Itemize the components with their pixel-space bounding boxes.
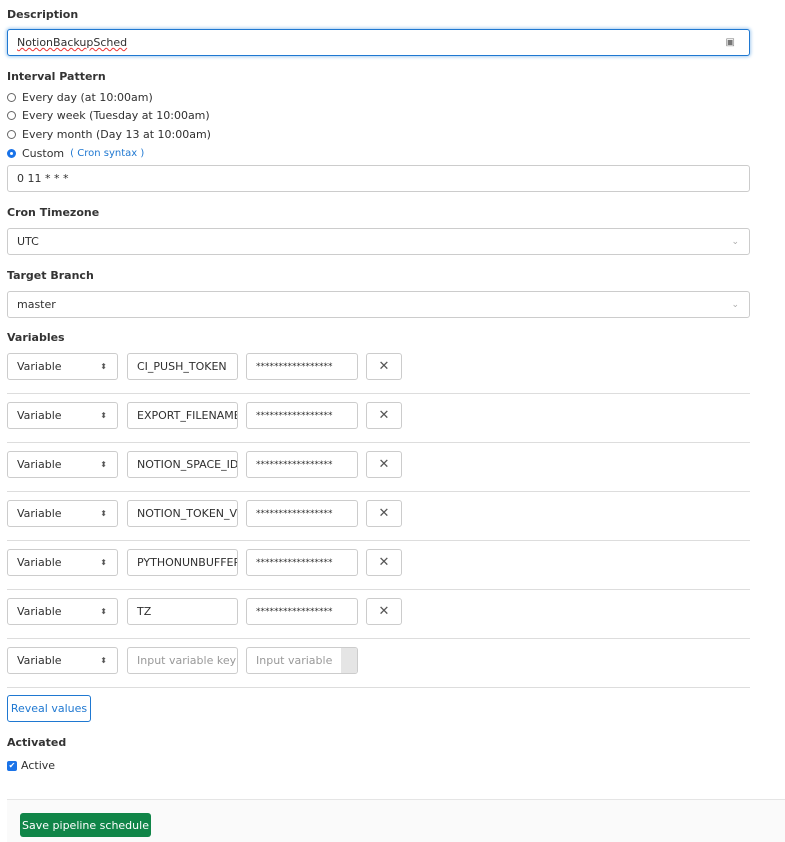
close-icon: ✕ bbox=[378, 506, 390, 521]
variable-key-input[interactable]: NOTION_SPACE_ID bbox=[127, 451, 238, 478]
divider bbox=[7, 540, 750, 541]
remove-variable-button[interactable]: ✕ bbox=[366, 500, 402, 527]
variable-value-input[interactable]: ***************** bbox=[246, 500, 358, 527]
radio-icon[interactable] bbox=[7, 130, 16, 139]
variable-type-select[interactable]: Variable ⬍ bbox=[7, 500, 118, 527]
remove-variable-button[interactable]: ✕ bbox=[366, 549, 402, 576]
interval-option[interactable]: Every day (at 10:00am) bbox=[7, 91, 153, 104]
remove-variable-button[interactable]: ✕ bbox=[366, 353, 402, 380]
password-manager-icon[interactable]: ▣ bbox=[726, 37, 735, 48]
variable-key-input[interactable]: TZ bbox=[127, 598, 238, 625]
remove-variable-button[interactable]: ✕ bbox=[366, 598, 402, 625]
variable-type-select[interactable]: Variable ⬍ bbox=[7, 353, 118, 380]
description-value: NotionBackupSched bbox=[17, 36, 128, 49]
variable-value-input[interactable]: ***************** bbox=[246, 353, 358, 380]
variable-value-input[interactable]: ***************** bbox=[246, 402, 358, 429]
interval-option-label: Every week (Tuesday at 10:00am) bbox=[22, 109, 210, 122]
interval-option[interactable]: Every week (Tuesday at 10:00am) bbox=[7, 109, 210, 122]
checkbox-checked-icon[interactable]: ✔ bbox=[7, 760, 17, 771]
close-icon: ✕ bbox=[378, 604, 390, 619]
timezone-label: Cron Timezone bbox=[7, 206, 100, 219]
radio-icon[interactable] bbox=[7, 149, 16, 158]
variables-label: Variables bbox=[7, 331, 65, 344]
divider bbox=[7, 589, 750, 590]
chevron-down-icon: ⌄ bbox=[731, 236, 739, 247]
variable-key-input[interactable]: EXPORT_FILENAME bbox=[127, 402, 238, 429]
variable-type-select[interactable]: Variable ⬍ bbox=[7, 549, 118, 576]
divider bbox=[7, 638, 750, 639]
variable-type-value: Variable bbox=[17, 654, 62, 667]
variable-type-select[interactable]: Variable ⬍ bbox=[7, 647, 118, 674]
reveal-values-button[interactable]: Reveal values bbox=[7, 695, 91, 722]
interval-option[interactable]: Every month (Day 13 at 10:00am) bbox=[7, 128, 211, 141]
close-icon: ✕ bbox=[378, 359, 390, 374]
save-pipeline-schedule-button[interactable]: Save pipeline schedule bbox=[20, 813, 151, 837]
sort-arrows-icon: ⬍ bbox=[100, 362, 107, 371]
variable-value-input[interactable]: ***************** bbox=[246, 598, 358, 625]
variable-type-select[interactable]: Variable ⬍ bbox=[7, 598, 118, 625]
sort-arrows-icon: ⬍ bbox=[100, 509, 107, 518]
divider bbox=[7, 393, 750, 394]
sort-arrows-icon: ⬍ bbox=[100, 656, 107, 665]
variable-type-value: Variable bbox=[17, 556, 62, 569]
radio-icon[interactable] bbox=[7, 111, 16, 120]
variable-type-select[interactable]: Variable ⬍ bbox=[7, 451, 118, 478]
variable-value-input[interactable]: ***************** bbox=[246, 451, 358, 478]
activated-label: Activated bbox=[7, 736, 67, 749]
branch-label: Target Branch bbox=[7, 269, 94, 282]
interval-label: Interval Pattern bbox=[7, 70, 106, 83]
variable-key-input[interactable]: Input variable key bbox=[127, 647, 238, 674]
variable-key-input[interactable]: CI_PUSH_TOKEN bbox=[127, 353, 238, 380]
variable-key-input[interactable]: NOTION_TOKEN_V bbox=[127, 500, 238, 527]
remove-variable-button[interactable]: ✕ bbox=[366, 402, 402, 429]
variable-value-placeholder: Input variable bbox=[256, 654, 333, 667]
close-icon: ✕ bbox=[378, 555, 390, 570]
remove-variable-button[interactable]: ✕ bbox=[366, 451, 402, 478]
variable-type-select[interactable]: Variable ⬍ bbox=[7, 402, 118, 429]
interval-option[interactable]: Custom ( Cron syntax ) bbox=[7, 147, 144, 160]
chevron-down-icon: ⌄ bbox=[731, 299, 739, 310]
variable-value-input[interactable]: ***************** bbox=[246, 549, 358, 576]
variable-key-input[interactable]: PYTHONUNBUFFER bbox=[127, 549, 238, 576]
variable-value-input[interactable]: Input variable bbox=[246, 647, 358, 674]
sort-arrows-icon: ⬍ bbox=[100, 558, 107, 567]
cron-syntax-link[interactable]: ( Cron syntax ) bbox=[70, 148, 144, 159]
divider bbox=[7, 687, 750, 688]
variable-type-value: Variable bbox=[17, 605, 62, 618]
interval-option-label: Custom bbox=[22, 147, 65, 160]
variable-type-value: Variable bbox=[17, 409, 62, 422]
form-footer: Save pipeline schedule bbox=[7, 799, 785, 842]
cron-value: 0 11 * * * bbox=[17, 172, 69, 185]
branch-select[interactable]: master ⌄ bbox=[7, 291, 750, 318]
active-checkbox-row[interactable]: ✔ Active bbox=[7, 759, 55, 772]
active-label: Active bbox=[21, 759, 56, 772]
variable-type-value: Variable bbox=[17, 360, 62, 373]
interval-option-label: Every month (Day 13 at 10:00am) bbox=[22, 128, 211, 141]
resize-handle-icon[interactable] bbox=[341, 648, 357, 673]
cron-input[interactable]: 0 11 * * * bbox=[7, 165, 750, 192]
radio-icon[interactable] bbox=[7, 93, 16, 102]
close-icon: ✕ bbox=[378, 457, 390, 472]
interval-option-label: Every day (at 10:00am) bbox=[22, 91, 153, 104]
timezone-value: UTC bbox=[17, 235, 39, 248]
close-icon: ✕ bbox=[378, 408, 390, 423]
timezone-select[interactable]: UTC ⌄ bbox=[7, 228, 750, 255]
divider bbox=[7, 442, 750, 443]
description-input[interactable]: NotionBackupSched ▣ bbox=[7, 29, 750, 56]
sort-arrows-icon: ⬍ bbox=[100, 411, 107, 420]
description-label: Description bbox=[7, 8, 79, 21]
variable-type-value: Variable bbox=[17, 458, 62, 471]
sort-arrows-icon: ⬍ bbox=[100, 460, 107, 469]
sort-arrows-icon: ⬍ bbox=[100, 607, 107, 616]
divider bbox=[7, 491, 750, 492]
variable-type-value: Variable bbox=[17, 507, 62, 520]
branch-value: master bbox=[17, 298, 56, 311]
